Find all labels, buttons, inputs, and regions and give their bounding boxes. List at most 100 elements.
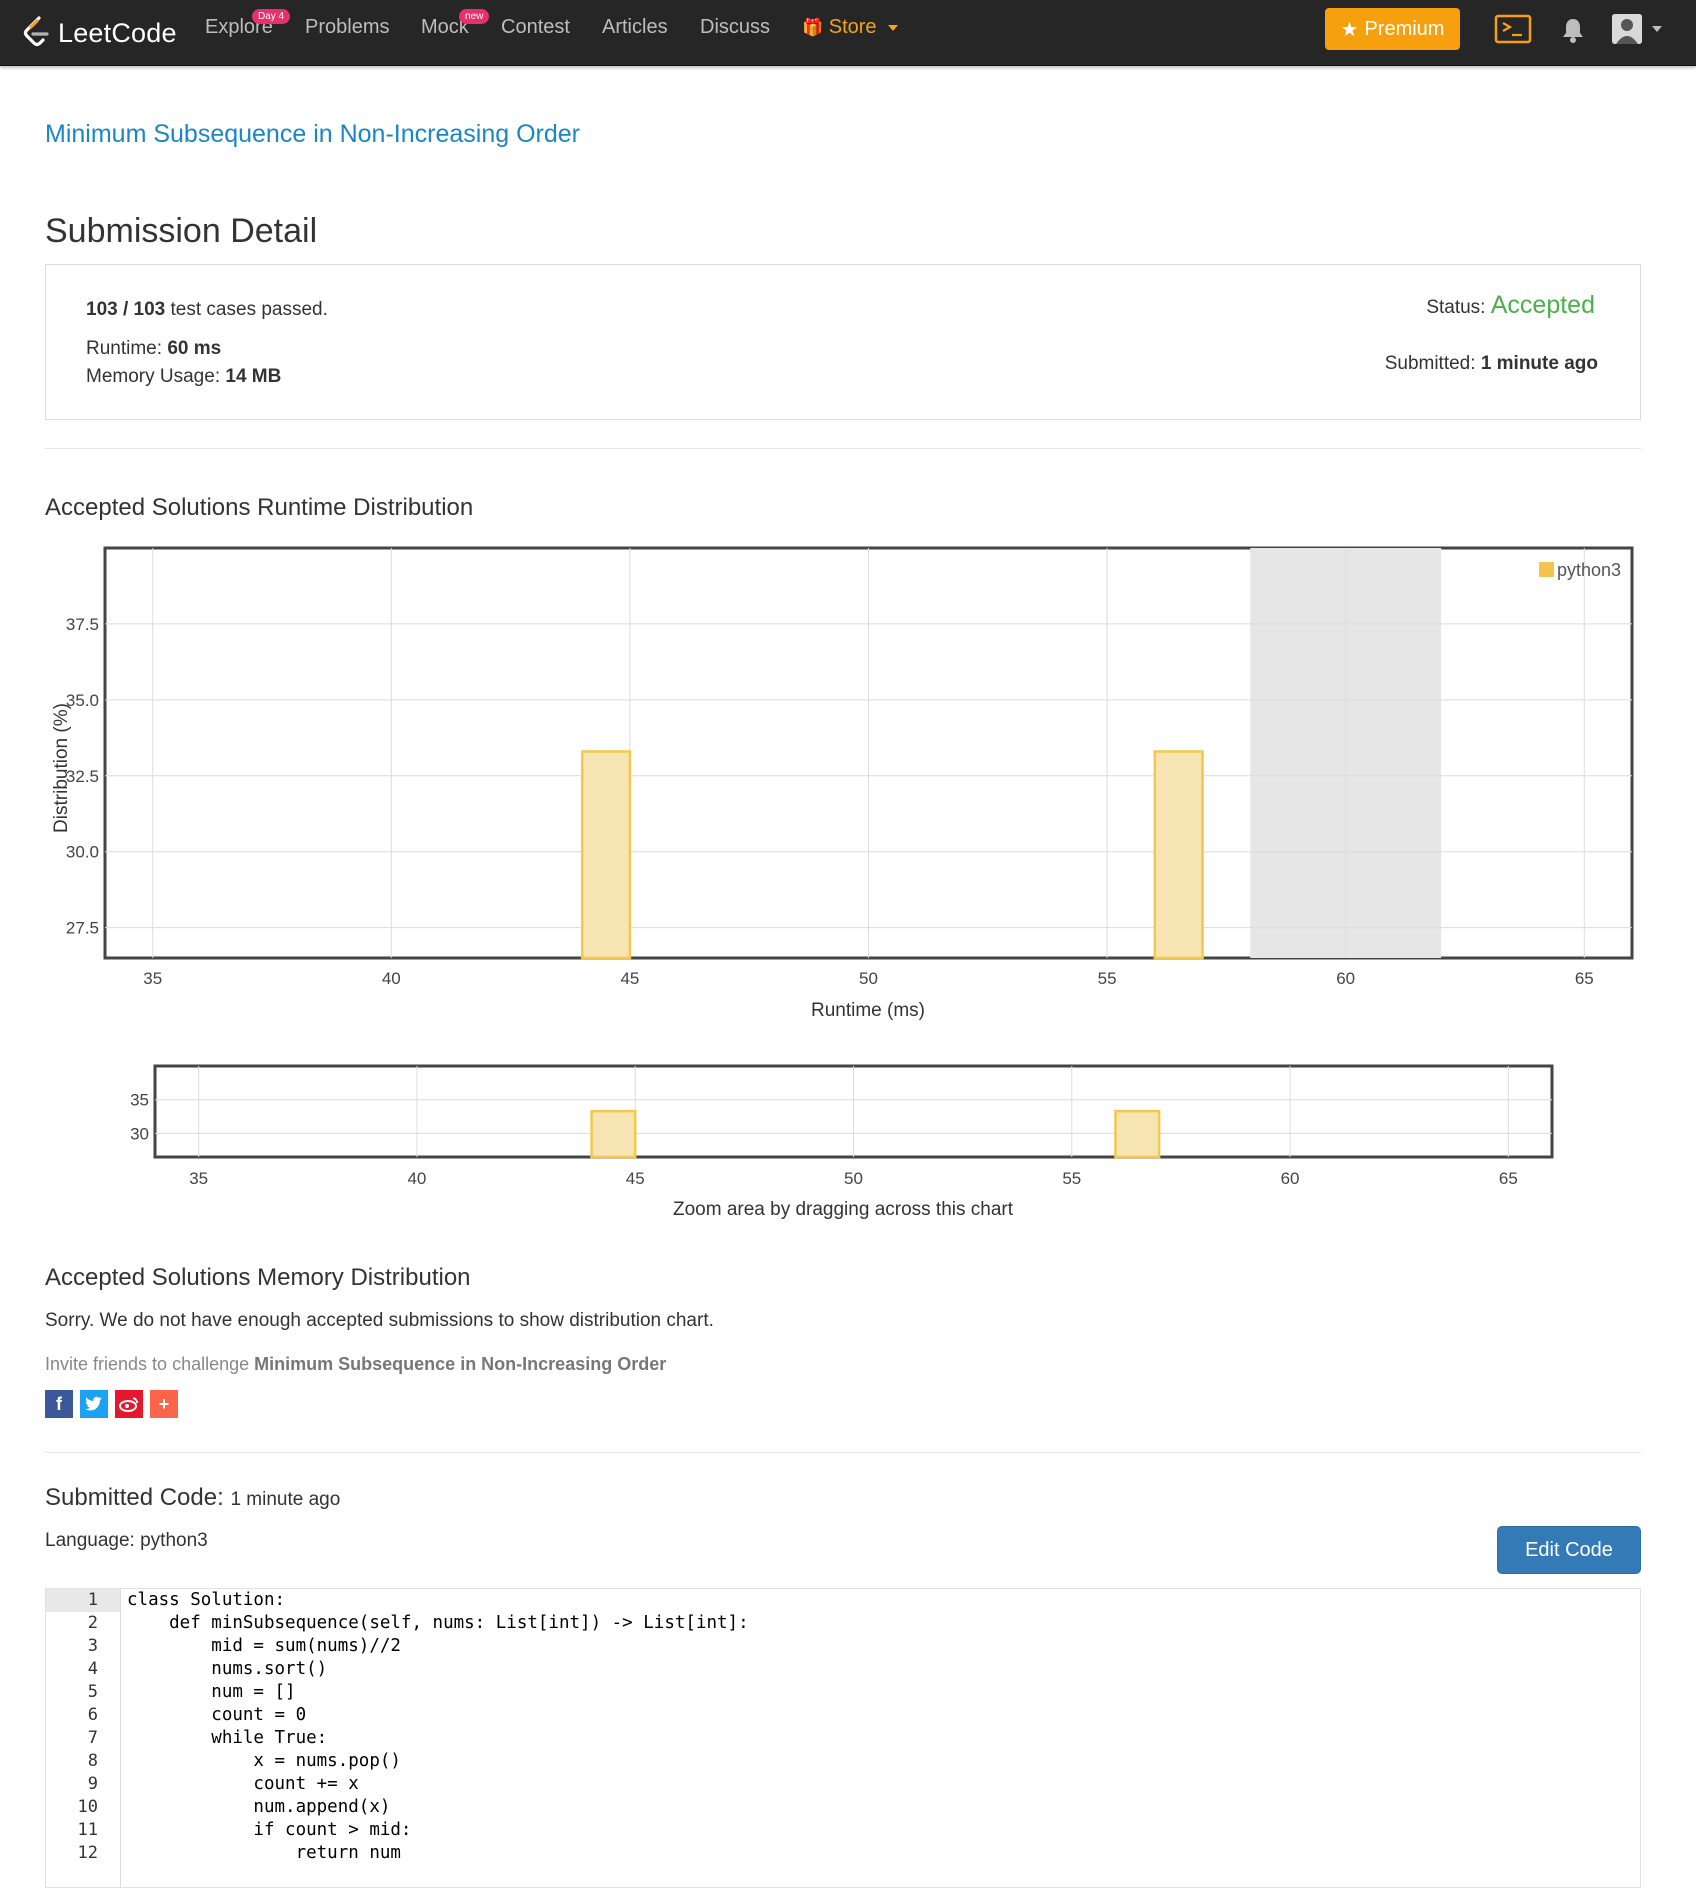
runtime-zoom-chart[interactable]: 30 35 35 40 45 50 55 60 65 Zoom area by draggin… (0, 1060, 1696, 1220)
submitted-label: Submitted: (1384, 353, 1476, 374)
nav-store[interactable]: 🎁 Store (802, 16, 899, 39)
code-line[interactable]: nums.sort() (127, 1658, 749, 1681)
status-row: Status: Accepted (1426, 291, 1595, 320)
brand-logo-link[interactable]: LeetCode (22, 10, 177, 56)
y-tick-label: 30 (130, 1124, 149, 1143)
line-number: 9 (87, 1774, 98, 1794)
code-line[interactable]: if count > mid: (127, 1819, 749, 1842)
top-navbar: LeetCode Explore Day 4 Problems Mock new… (0, 0, 1696, 66)
test-cases-passed: 103 / 103 test cases passed. (86, 299, 328, 321)
twitter-icon[interactable] (80, 1390, 108, 1418)
line-number: 4 (87, 1659, 98, 1679)
edit-code-button[interactable]: Edit Code (1497, 1526, 1641, 1574)
user-avatar-icon (1612, 14, 1642, 44)
leetcode-logo-icon (23, 16, 49, 47)
status-badge: Accepted (1490, 291, 1595, 319)
code-line[interactable]: count += x (127, 1773, 749, 1796)
brand-name: LeetCode (58, 17, 177, 48)
runtime-bar (1114, 1109, 1161, 1159)
code-content[interactable]: class Solution: def minSubsequence(self,… (120, 1589, 749, 1887)
line-number: 2 (87, 1613, 98, 1633)
x-tick-label: 65 (1575, 969, 1594, 988)
runtime-value: 60 ms (167, 338, 222, 359)
zoom-hint: Zoom area by dragging across this chart (673, 1199, 1014, 1220)
legend-label: python3 (1557, 560, 1621, 580)
nav-articles[interactable]: Articles (602, 16, 668, 39)
nav-contest-label: Contest (501, 16, 570, 38)
premium-label: Premium (1364, 17, 1445, 40)
weibo-icon[interactable] (115, 1390, 143, 1418)
code-line[interactable]: mid = sum(nums)//2 (127, 1635, 749, 1658)
code-line[interactable]: count = 0 (127, 1704, 749, 1727)
nav-articles-label: Articles (602, 16, 668, 38)
gift-icon: 🎁 (802, 18, 824, 37)
line-number-gutter: 1 2 3 4 5 6 7 8 9 10 11 12 (46, 1589, 120, 1887)
x-tick-label: 55 (1062, 1169, 1081, 1188)
premium-button[interactable]: ★ Premium (1325, 8, 1460, 50)
passed-count: 103 / 103 (86, 299, 166, 320)
plus-icon[interactable]: + (150, 1390, 178, 1418)
code-line[interactable]: while True: (127, 1727, 749, 1750)
submission-detail-box: 103 / 103 test cases passed. Runtime: 60… (45, 264, 1641, 420)
nav-contest[interactable]: Contest (501, 16, 570, 39)
code-viewer[interactable]: 1 2 3 4 5 6 7 8 9 10 11 12 class Solution: def minS… (45, 1588, 1641, 1888)
line-number: 5 (87, 1682, 98, 1702)
x-tick-label: 35 (189, 1169, 208, 1188)
x-tick-label: 55 (1098, 969, 1117, 988)
submitted-code-heading: Submitted Code: 1 minute ago (45, 1484, 340, 1512)
submitted-code-title: Submitted Code: (45, 1484, 224, 1511)
runtime-bar (1153, 750, 1204, 960)
line-number: 11 (77, 1820, 98, 1840)
runtime-bar (580, 750, 632, 960)
avatar[interactable] (1612, 14, 1642, 44)
status-label: Status: (1426, 297, 1486, 318)
x-tick-label: 40 (407, 1169, 426, 1188)
memory-value: 14 MB (225, 366, 282, 387)
line-number: 10 (77, 1797, 98, 1817)
memory-distribution-title: Accepted Solutions Memory Distribution (45, 1264, 471, 1291)
code-line[interactable]: num.append(x) (127, 1796, 749, 1819)
invite-problem: Minimum Subsequence in Non-Increasing Or… (254, 1354, 667, 1374)
code-line[interactable]: return num (127, 1842, 749, 1865)
playground-icon[interactable] (1494, 13, 1532, 45)
code-line[interactable]: class Solution: (127, 1589, 749, 1612)
line-number: 7 (87, 1728, 98, 1748)
nav-discuss[interactable]: Discuss (700, 16, 770, 39)
line-number: 8 (87, 1751, 98, 1771)
nav-problems[interactable]: Problems (305, 16, 389, 39)
nav-store-label: Store (828, 16, 877, 38)
line-number: 3 (87, 1636, 98, 1656)
runtime-row: Runtime: 60 ms (86, 338, 221, 360)
x-tick-label: 60 (1336, 969, 1355, 988)
caret-down-icon[interactable] (1652, 26, 1662, 32)
submitted-value: 1 minute ago (1480, 353, 1598, 374)
runtime-distribution-chart[interactable]: 27.530.032.535.037.5 35 40 45 50 55 60 65 Runt… (0, 540, 1696, 1030)
twitter-bird-icon (85, 1396, 102, 1411)
line-number: 6 (87, 1705, 98, 1725)
problem-title-link[interactable]: Minimum Subsequence in Non-Increasing Or… (45, 120, 580, 149)
x-tick-label: 35 (143, 969, 162, 988)
y-tick-label: 27.5 (66, 919, 99, 938)
memory-row: Memory Usage: 14 MB (86, 366, 281, 388)
x-tick-label: 45 (620, 969, 639, 988)
bell-icon[interactable] (1560, 16, 1586, 44)
y-tick-label: 35 (130, 1091, 149, 1110)
y-tick-label: 30.0 (66, 843, 99, 862)
code-line[interactable]: x = nums.pop() (127, 1750, 749, 1773)
explore-day-badge: Day 4 (252, 9, 291, 24)
divider (45, 1452, 1641, 1453)
x-tick-label: 50 (844, 1169, 863, 1188)
code-line[interactable]: num = [] (127, 1681, 749, 1704)
runtime-label: Runtime: (86, 338, 163, 359)
code-line[interactable]: def minSubsequence(self, nums: List[int]… (127, 1612, 748, 1635)
star-icon: ★ (1340, 18, 1359, 41)
submitted-row: Submitted: 1 minute ago (1385, 353, 1598, 375)
store-caret-icon (888, 24, 899, 31)
line-number: 12 (77, 1843, 98, 1863)
divider (45, 448, 1641, 449)
x-tick-label: 40 (382, 969, 401, 988)
chart-x-axis-label: Runtime (ms) (811, 1000, 925, 1021)
language-value: python3 (140, 1530, 208, 1551)
line-number: 1 (46, 1589, 120, 1612)
facebook-icon[interactable]: f (45, 1390, 73, 1418)
